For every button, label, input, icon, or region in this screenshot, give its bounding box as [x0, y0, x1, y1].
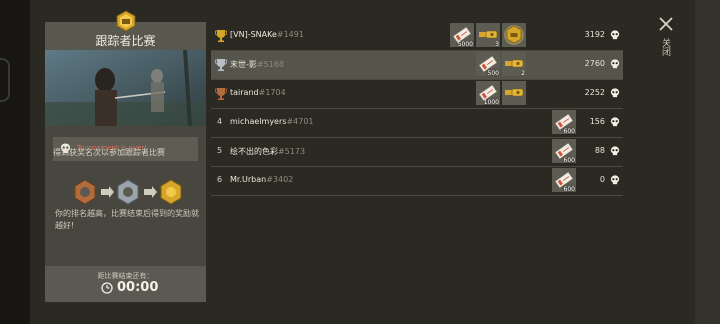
skull-icon	[610, 175, 620, 185]
side-handle[interactable]	[0, 58, 10, 102]
reward-list: 600	[552, 168, 578, 194]
player-name[interactable]: 末世-影#5168	[230, 59, 284, 70]
player-name-text: tairand	[230, 88, 259, 97]
reward-count: 3	[495, 41, 499, 48]
reward-count: 500	[487, 70, 499, 77]
close-icon[interactable]	[658, 16, 674, 32]
player-name[interactable]: Mr.Urban#3402	[230, 175, 293, 184]
player-score: 156	[589, 117, 605, 126]
player-name[interactable]: michaelmyers#4701	[230, 117, 314, 126]
rank-reward-text: 你的排名越高，比赛结束后得到的奖励就越好!	[55, 209, 199, 230]
player-name-text: Mr.Urban	[230, 175, 267, 184]
player-tag: #4701	[286, 117, 314, 126]
tier-progression	[74, 179, 182, 205]
reward-list: 500 2	[476, 52, 528, 78]
bronze-tier-icon	[74, 179, 96, 205]
gold-badge-icon	[502, 23, 526, 47]
player-tag: #1704	[258, 88, 286, 97]
tournament-panel: 跟踪者比赛 Tournament is over! 得到获奖名次以参加跟踪者比赛…	[45, 10, 206, 302]
silver-trophy-icon	[215, 59, 227, 71]
clock-icon	[101, 282, 113, 294]
skull-icon	[610, 117, 620, 127]
reward-list: 600	[552, 110, 578, 136]
player-name-text: [VN]-SNAKe	[230, 30, 277, 39]
reward-list: 1000	[476, 81, 528, 107]
player-name-text: 末世-影	[230, 60, 257, 69]
gold-badge-icon	[116, 10, 136, 32]
rank-number: 5	[217, 146, 223, 155]
timer-value: 00:00	[117, 280, 159, 295]
leaderboard-row[interactable]: 6 Mr.Urban#3402 600 0	[211, 167, 623, 196]
ticket-reward[interactable]: 500	[476, 52, 500, 77]
gold-trophy-icon	[215, 30, 227, 42]
player-name-text: michaelmyers	[230, 117, 287, 126]
rank-number: 4	[217, 117, 223, 126]
leaderboard-row[interactable]: 末世-影#5168 500 2 2760	[211, 51, 623, 80]
ammo-reward[interactable]: 3	[476, 23, 500, 48]
skull-icon	[610, 88, 620, 98]
arrow-icon	[101, 186, 114, 198]
gold-badge-reward[interactable]	[502, 23, 526, 47]
reward-count: 1000	[483, 99, 499, 106]
player-score: 88	[594, 146, 605, 155]
skull-icon	[610, 30, 620, 40]
close-button-label[interactable]: 关闭	[660, 38, 672, 56]
reward-count: 5000	[457, 41, 473, 48]
player-score: 2252	[584, 88, 605, 97]
skull-icon	[610, 59, 620, 69]
bronze-trophy-icon	[215, 88, 227, 100]
reward-count: 2	[521, 70, 525, 77]
player-score: 0	[599, 175, 605, 184]
ticket-reward[interactable]: 600	[552, 139, 576, 164]
gold-tier-icon	[160, 179, 182, 205]
player-score: 3192	[584, 30, 605, 39]
ammo-reward[interactable]	[502, 81, 526, 105]
player-name[interactable]: [VN]-SNAKe#1491	[230, 30, 304, 39]
player-tag: #1491	[276, 30, 304, 39]
reward-list: 5000 3	[450, 23, 528, 49]
reward-count: 600	[563, 186, 575, 193]
hero-image	[45, 50, 206, 126]
player-tag: #3402	[266, 175, 294, 184]
ammo-reward[interactable]: 2	[502, 52, 526, 77]
skull-icon	[610, 146, 620, 156]
ticket-reward[interactable]: 5000	[450, 23, 474, 48]
reward-list: 600	[552, 139, 578, 165]
player-name[interactable]: tairand#1704	[230, 88, 286, 97]
player-name[interactable]: 绘不出的色彩#5173	[230, 146, 305, 157]
timer-box: 距比赛结束还有： 00:00	[45, 266, 206, 302]
leaderboard-row[interactable]: 4 michaelmyers#4701 600 156	[211, 109, 623, 138]
leaderboard-row[interactable]: tairand#1704 1000 2252	[211, 80, 623, 109]
player-tag: #5173	[278, 147, 306, 156]
player-tag: #5168	[256, 60, 284, 69]
player-name-text: 绘不出的色彩	[230, 147, 278, 156]
right-edge	[695, 0, 720, 324]
ammo-icon	[502, 81, 526, 105]
ticket-reward[interactable]: 1000	[476, 81, 500, 106]
left-edge	[0, 0, 30, 324]
leaderboard-row[interactable]: [VN]-SNAKe#1491 5000 3 3192	[211, 22, 623, 51]
leaderboard-row[interactable]: 5 绘不出的色彩#5173 600 88	[211, 138, 623, 167]
reward-count: 600	[563, 157, 575, 164]
panel-title: 跟踪者比赛	[95, 34, 156, 48]
arrow-icon	[144, 186, 157, 198]
reward-count: 600	[563, 128, 575, 135]
player-score: 2760	[584, 59, 605, 68]
ticket-reward[interactable]: 600	[552, 168, 576, 193]
silver-tier-icon	[117, 179, 139, 205]
invite-text: 得到获奖名次以参加跟踪者比赛	[53, 148, 165, 157]
rank-number: 6	[217, 175, 223, 184]
ticket-reward[interactable]: 600	[552, 110, 576, 135]
